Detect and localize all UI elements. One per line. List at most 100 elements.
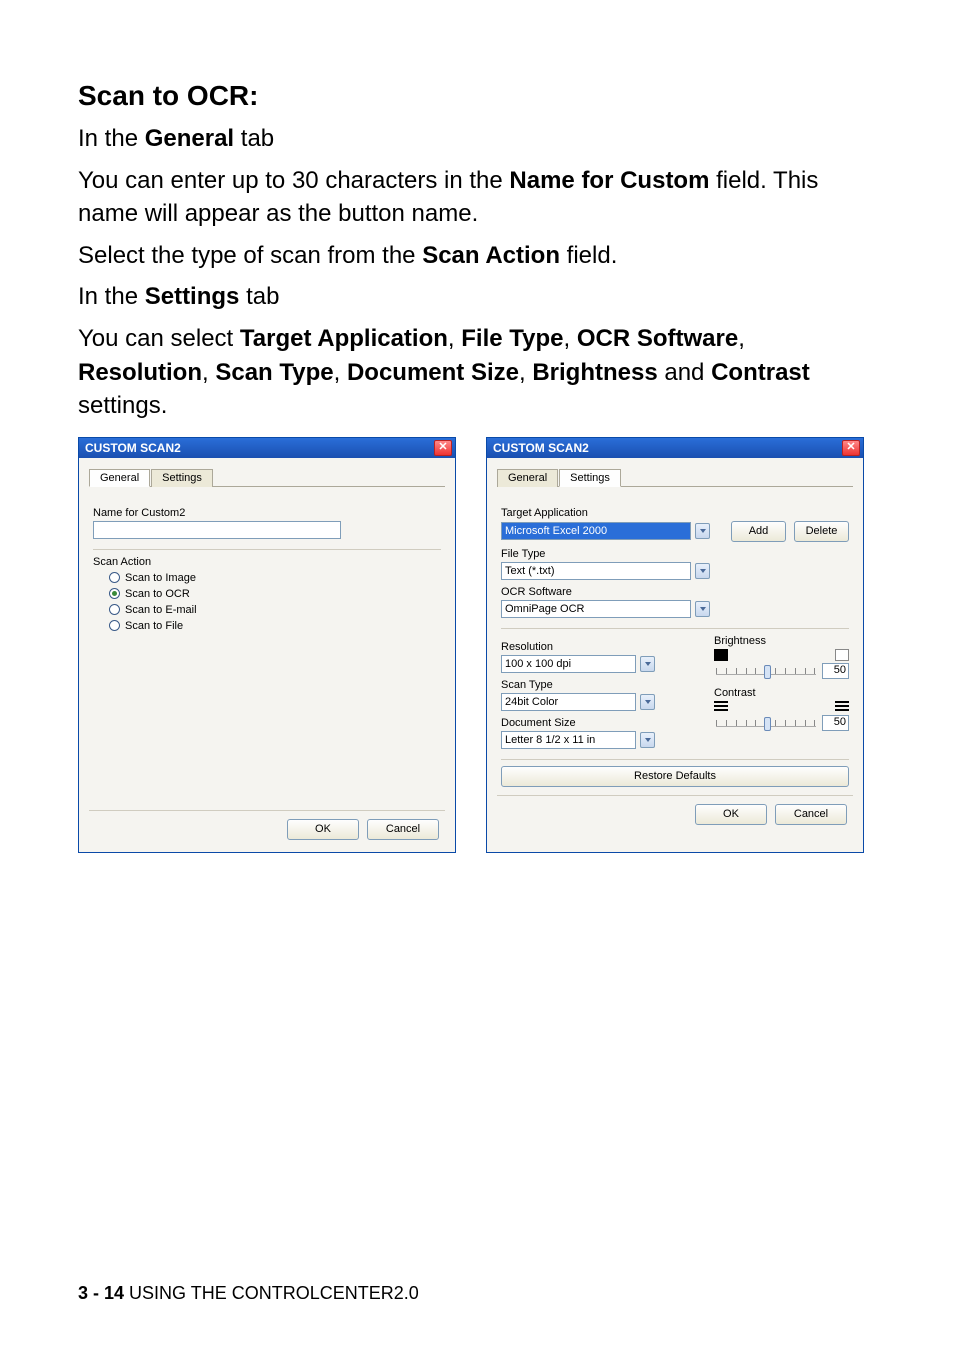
- cancel-button[interactable]: Cancel: [367, 819, 439, 840]
- radio-icon: [109, 572, 120, 583]
- ocr-software-select[interactable]: OmniPage OCR: [501, 600, 726, 618]
- window-title: CUSTOM SCAN2: [85, 441, 181, 455]
- add-button[interactable]: Add: [731, 521, 786, 542]
- scan-action-label: Scan Action: [93, 556, 441, 568]
- ok-button[interactable]: OK: [287, 819, 359, 840]
- scan-type-label: Scan Type: [501, 679, 696, 691]
- text: tab: [239, 283, 279, 310]
- text: ,: [738, 325, 745, 352]
- contrast-value[interactable]: 50: [822, 715, 849, 731]
- tab-strip: General Settings: [89, 468, 445, 487]
- bold-text: Scan Type: [215, 359, 333, 386]
- text: You can select: [78, 325, 240, 352]
- text: ,: [202, 359, 215, 386]
- radio-scan-to-file[interactable]: Scan to File: [109, 620, 441, 632]
- radio-scan-to-email[interactable]: Scan to E-mail: [109, 604, 441, 616]
- divider: [501, 759, 849, 760]
- tab-strip: General Settings: [497, 468, 853, 487]
- bold-text: General: [145, 125, 234, 152]
- text: ,: [519, 359, 532, 386]
- radio-scan-to-image[interactable]: Scan to Image: [109, 572, 441, 584]
- slider-thumb[interactable]: [764, 665, 771, 679]
- tab-settings[interactable]: Settings: [559, 469, 621, 487]
- tab-general[interactable]: General: [89, 469, 150, 487]
- tab-settings[interactable]: Settings: [151, 469, 213, 487]
- text: ,: [564, 325, 577, 352]
- titlebar[interactable]: CUSTOM SCAN2 ✕: [487, 438, 863, 458]
- chevron-down-icon[interactable]: [695, 523, 710, 539]
- radio-icon: [109, 588, 120, 599]
- text: ,: [448, 325, 461, 352]
- contrast-high-icon: [835, 701, 849, 713]
- brightness-slider[interactable]: [716, 671, 816, 675]
- radio-label: Scan to OCR: [125, 588, 190, 600]
- custom-scan-dialog-settings: CUSTOM SCAN2 ✕ General Settings Target A…: [486, 437, 864, 853]
- select-value: 100 x 100 dpi: [501, 655, 636, 673]
- document-size-select[interactable]: Letter 8 1/2 x 11 in: [501, 731, 656, 749]
- paragraph-3: Select the type of scan from the Scan Ac…: [78, 239, 876, 273]
- page-number: 3 - 14: [78, 1283, 124, 1303]
- text: field.: [560, 242, 617, 269]
- bold-text: OCR Software: [577, 325, 738, 352]
- target-application-select[interactable]: Microsoft Excel 2000: [501, 522, 723, 540]
- text: In the: [78, 125, 145, 152]
- radio-icon: [109, 620, 120, 631]
- text: ,: [334, 359, 347, 386]
- paragraph-2: You can enter up to 30 characters in the…: [78, 164, 876, 231]
- document-size-label: Document Size: [501, 717, 696, 729]
- name-for-custom-input[interactable]: [93, 521, 341, 539]
- radio-label: Scan to File: [125, 620, 183, 632]
- text: In the: [78, 283, 145, 310]
- titlebar[interactable]: CUSTOM SCAN2 ✕: [79, 438, 455, 458]
- tab-general[interactable]: General: [497, 469, 558, 487]
- page-footer: 3 - 14 USING THE CONTROLCENTER2.0: [78, 1283, 419, 1304]
- select-value: 24bit Color: [501, 693, 636, 711]
- slider-thumb[interactable]: [764, 717, 771, 731]
- bold-text: Contrast: [711, 359, 810, 386]
- bold-text: Target Application: [240, 325, 448, 352]
- close-icon[interactable]: ✕: [434, 440, 452, 456]
- text: You can enter up to 30 characters in the: [78, 167, 509, 194]
- text: Select the type of scan from the: [78, 242, 422, 269]
- bold-text: Brightness: [532, 359, 657, 386]
- restore-defaults-button[interactable]: Restore Defaults: [501, 766, 849, 787]
- close-icon[interactable]: ✕: [842, 440, 860, 456]
- radio-label: Scan to Image: [125, 572, 196, 584]
- contrast-slider[interactable]: [716, 723, 816, 727]
- chevron-down-icon[interactable]: [695, 601, 710, 617]
- bold-text: File Type: [461, 325, 563, 352]
- resolution-label: Resolution: [501, 641, 696, 653]
- resolution-select[interactable]: 100 x 100 dpi: [501, 655, 656, 673]
- section-heading: Scan to OCR:: [78, 80, 876, 112]
- bold-text: Settings: [145, 283, 240, 310]
- cancel-button[interactable]: Cancel: [775, 804, 847, 825]
- chevron-down-icon[interactable]: [695, 563, 710, 579]
- chevron-down-icon[interactable]: [640, 694, 655, 710]
- scan-action-group: Scan to Image Scan to OCR Scan to E-mail…: [109, 572, 441, 632]
- select-value: Microsoft Excel 2000: [501, 522, 691, 540]
- select-value: Letter 8 1/2 x 11 in: [501, 731, 636, 749]
- bold-text: Scan Action: [422, 242, 560, 269]
- radio-label: Scan to E-mail: [125, 604, 197, 616]
- custom-scan-dialog-general: CUSTOM SCAN2 ✕ General Settings Name for…: [78, 437, 456, 853]
- paragraph-4: In the Settings tab: [78, 280, 876, 314]
- brightness-value[interactable]: 50: [822, 663, 849, 679]
- text: tab: [234, 125, 274, 152]
- target-application-label: Target Application: [501, 507, 849, 519]
- radio-scan-to-ocr[interactable]: Scan to OCR: [109, 588, 441, 600]
- contrast-low-icon: [714, 701, 728, 713]
- scan-type-select[interactable]: 24bit Color: [501, 693, 656, 711]
- radio-icon: [109, 604, 120, 615]
- name-for-custom-label: Name for Custom2: [93, 507, 441, 519]
- ok-button[interactable]: OK: [695, 804, 767, 825]
- contrast-label: Contrast: [714, 687, 849, 699]
- text: and: [658, 359, 711, 386]
- chevron-down-icon[interactable]: [640, 732, 655, 748]
- select-value: OmniPage OCR: [501, 600, 691, 618]
- delete-button[interactable]: Delete: [794, 521, 849, 542]
- paragraph-1: In the General tab: [78, 122, 876, 156]
- bold-text: Document Size: [347, 359, 519, 386]
- file-type-select[interactable]: Text (*.txt): [501, 562, 726, 580]
- chevron-down-icon[interactable]: [640, 656, 655, 672]
- divider: [501, 628, 849, 629]
